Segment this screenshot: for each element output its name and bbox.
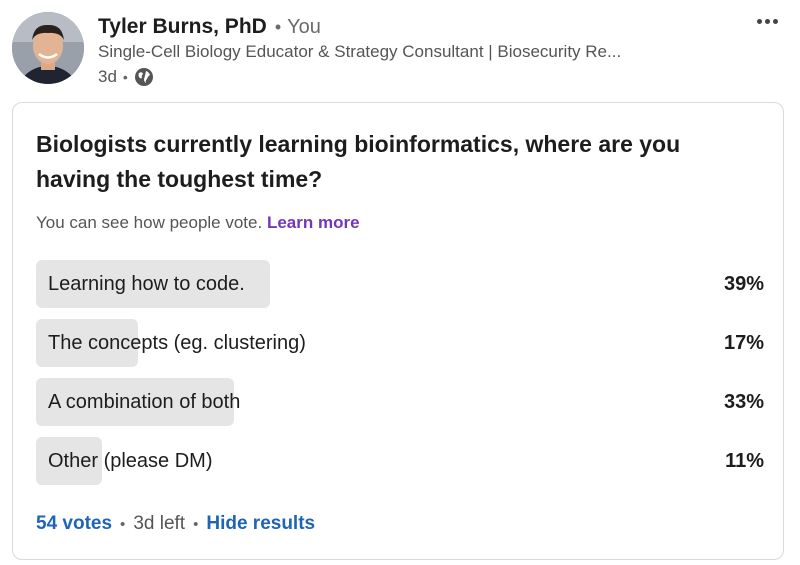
poll-option[interactable]: The concepts (eg. clustering) 17% bbox=[36, 319, 764, 367]
option-label: Learning how to code. bbox=[48, 273, 245, 295]
author-headline: Single-Cell Biology Educator & Strategy … bbox=[98, 42, 622, 61]
avatar[interactable] bbox=[12, 12, 84, 84]
poll-footer: 54 votes • 3d left • Hide results bbox=[36, 513, 315, 535]
post-header: Tyler Burns, PhD • You Single-Cell Biolo… bbox=[0, 0, 800, 100]
option-label: Other (please DM) bbox=[48, 450, 213, 472]
poll-question: Biologists currently learning bioinforma… bbox=[36, 131, 681, 192]
relation-label: You bbox=[287, 15, 321, 38]
post-meta: 3d • bbox=[98, 65, 154, 89]
option-label: The concepts (eg. clustering) bbox=[48, 332, 306, 354]
globe-icon bbox=[134, 67, 154, 87]
option-percentage: 33% bbox=[723, 391, 764, 413]
footer-separator: • bbox=[120, 515, 126, 533]
footer-separator: • bbox=[193, 515, 199, 533]
visibility-text: You can see how people vote. bbox=[36, 213, 263, 232]
hide-results-link[interactable]: Hide results bbox=[206, 513, 315, 535]
more-options-icon[interactable] bbox=[752, 10, 782, 32]
author-row: Tyler Burns, PhD • You bbox=[98, 12, 321, 42]
separator-dot: • bbox=[274, 16, 282, 37]
poll-card: Biologists currently learning bioinforma… bbox=[12, 102, 784, 560]
visibility-note: You can see how people vote. Learn more bbox=[36, 213, 360, 233]
post-time: 3d bbox=[98, 67, 117, 86]
meta-separator: • bbox=[122, 69, 128, 85]
option-percentage: 39% bbox=[723, 273, 764, 295]
option-percentage: 11% bbox=[725, 450, 764, 472]
poll-option[interactable]: Other (please DM) 11% bbox=[36, 437, 764, 485]
learn-more-link[interactable]: Learn more bbox=[267, 213, 360, 232]
time-left: 3d left bbox=[133, 513, 186, 534]
poll-option[interactable]: A combination of both 33% bbox=[36, 378, 764, 426]
option-percentage: 17% bbox=[723, 332, 764, 354]
votes-count-link[interactable]: 54 votes bbox=[36, 513, 112, 535]
author-name[interactable]: Tyler Burns, PhD bbox=[98, 15, 267, 39]
option-label: A combination of both bbox=[48, 391, 241, 413]
poll-option[interactable]: Learning how to code. 39% bbox=[36, 260, 764, 308]
